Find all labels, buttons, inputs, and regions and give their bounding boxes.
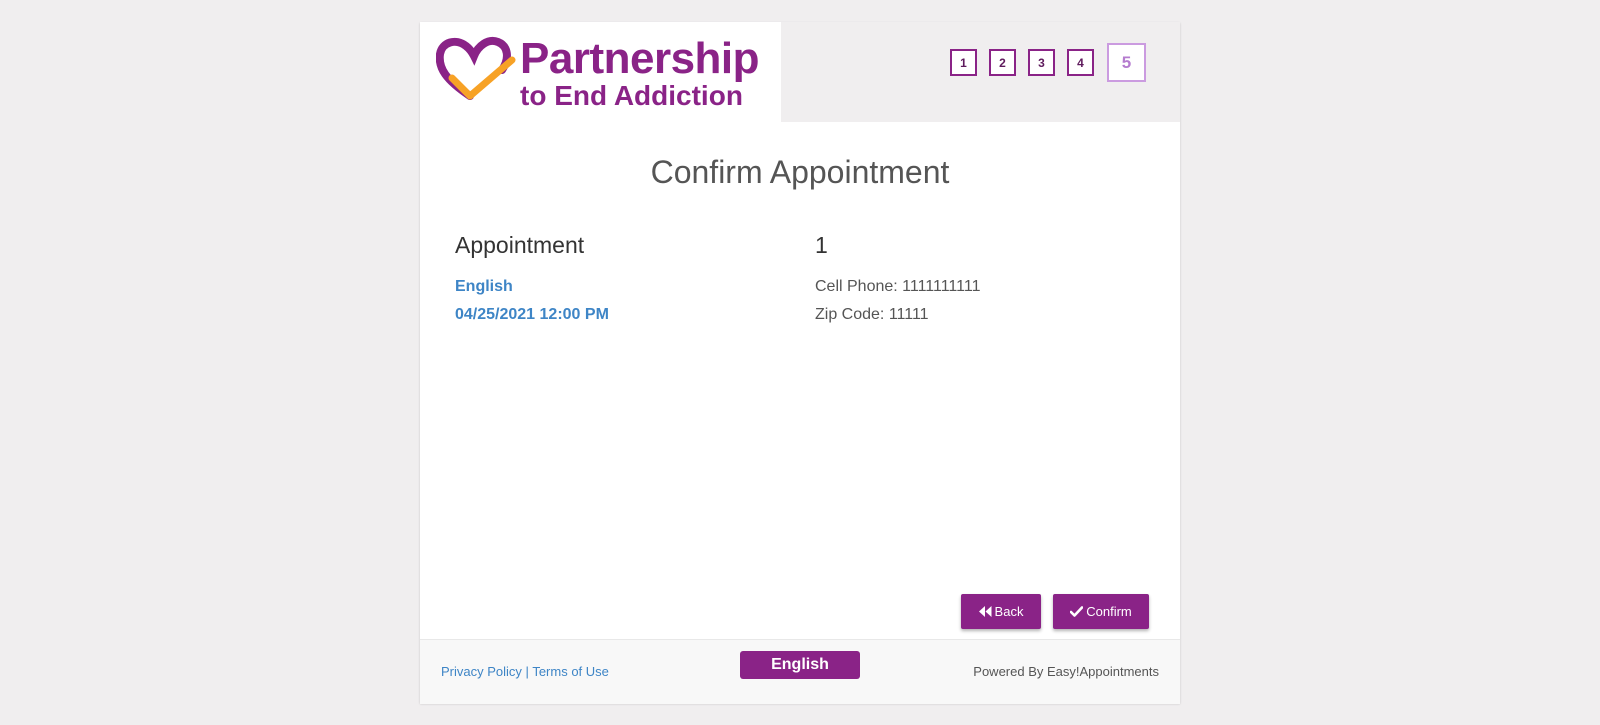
- confirm-button-label: Confirm: [1086, 604, 1132, 619]
- powered-by-text: Powered By Easy!Appointments: [973, 664, 1159, 679]
- header: Partnership to End Addiction 1 2 3 4 5: [420, 22, 1180, 122]
- zip-code: Zip Code: 11111: [815, 306, 929, 323]
- step-5-active[interactable]: 5: [1107, 43, 1146, 82]
- check-icon: [1070, 606, 1084, 617]
- cell-phone: Cell Phone: 1111111111: [815, 278, 981, 295]
- step-1[interactable]: 1: [950, 49, 977, 76]
- privacy-policy-link[interactable]: Privacy Policy: [441, 664, 522, 679]
- appointment-details: Appointment English 04/25/2021 12:00 PM: [455, 232, 609, 329]
- heart-check-logo-icon: [436, 37, 516, 100]
- footer-links: Privacy Policy | Terms of Use: [441, 664, 609, 679]
- booking-wizard: Partnership to End Addiction 1 2 3 4 5 C…: [420, 22, 1180, 704]
- back-button-label: Back: [994, 604, 1024, 619]
- double-chevron-left-icon: [978, 606, 992, 617]
- logo-line-1: Partnership: [520, 34, 760, 83]
- step-3[interactable]: 3: [1028, 49, 1055, 76]
- customer-heading: 1: [815, 232, 828, 258]
- appointment-datetime: 04/25/2021 12:00 PM: [455, 306, 609, 323]
- footer: Privacy Policy | Terms of Use English Po…: [420, 639, 1180, 704]
- appointment-heading: Appointment: [455, 232, 585, 258]
- language-selector-button[interactable]: English: [740, 651, 860, 679]
- customer-details: 1 Cell Phone: 1111111111 Zip Code: 11111: [815, 232, 980, 329]
- step-4[interactable]: 4: [1067, 49, 1094, 76]
- back-button[interactable]: Back: [961, 594, 1041, 629]
- step-2[interactable]: 2: [989, 49, 1016, 76]
- logo-line-2: to End Addiction: [520, 80, 743, 111]
- company-logo: Partnership to End Addiction: [420, 22, 781, 122]
- confirm-button[interactable]: Confirm: [1053, 594, 1149, 629]
- page-title: Confirm Appointment: [650, 154, 950, 190]
- footer-separator: |: [525, 664, 529, 679]
- terms-of-use-link[interactable]: Terms of Use: [532, 664, 609, 679]
- appointment-language: English: [455, 278, 513, 295]
